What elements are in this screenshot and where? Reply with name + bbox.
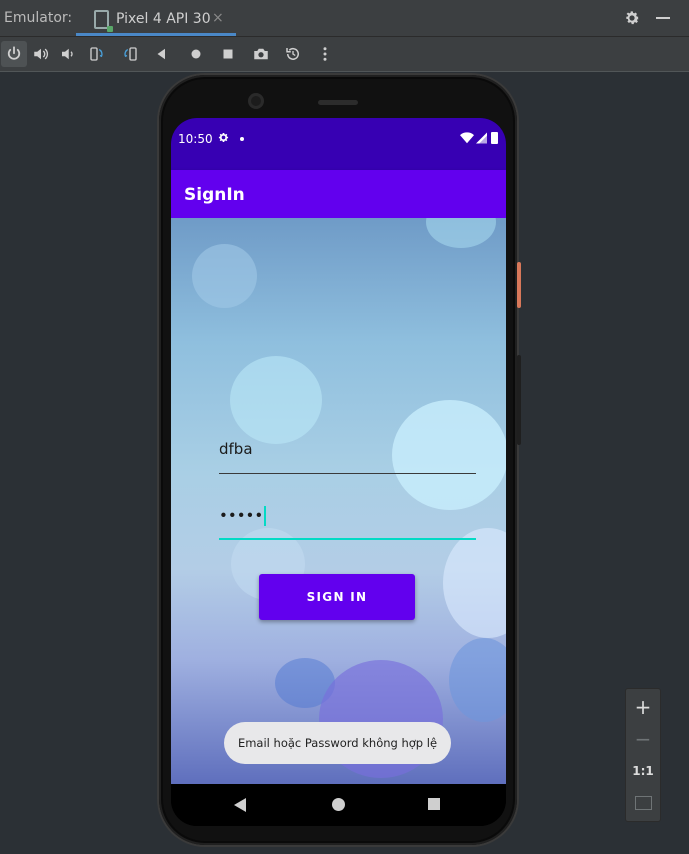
snapshot-icon — [286, 47, 299, 60]
email-input-value: dfba — [219, 440, 253, 458]
home-button[interactable] — [183, 41, 209, 67]
snapshot-button[interactable] — [280, 41, 306, 67]
close-tab-icon[interactable]: × — [212, 10, 224, 26]
notification-dot-icon — [240, 137, 244, 141]
status-bar: 10:50 — [171, 118, 506, 170]
device-volume-key[interactable] — [517, 355, 521, 445]
sign-in-button[interactable]: SIGN IN — [259, 574, 415, 620]
device-icon — [94, 10, 113, 32]
background-bubble — [192, 244, 257, 308]
rotate-left-icon — [90, 47, 103, 61]
wifi-icon — [460, 132, 474, 144]
zoom-controls: + − 1:1 — [625, 688, 661, 822]
device-tab[interactable]: Pixel 4 API 30 × — [76, 6, 236, 36]
rotate-left-button[interactable] — [84, 41, 110, 67]
battery-icon — [491, 132, 498, 144]
back-button[interactable] — [149, 41, 175, 67]
emulator-title-bar: Emulator: Pixel 4 API 30 × — [0, 0, 689, 37]
system-navigation-bar — [171, 784, 506, 826]
password-input-value: ••••• — [219, 506, 267, 526]
overview-icon — [223, 49, 233, 59]
zoom-in-button[interactable]: + — [626, 691, 660, 723]
nav-back-icon[interactable] — [234, 798, 246, 812]
status-time: 10:50 — [178, 132, 213, 146]
rotate-right-icon — [124, 47, 137, 61]
power-button[interactable] — [1, 41, 27, 67]
device-screen: 10:50 SignIn dfba ••••• SIGN IN Email ho… — [171, 118, 506, 826]
more-icon — [323, 47, 327, 61]
rotate-right-button[interactable] — [117, 41, 143, 67]
password-underline — [219, 538, 476, 540]
password-field[interactable]: ••••• — [219, 500, 476, 540]
camera-icon — [254, 48, 268, 60]
front-camera-icon — [248, 93, 264, 109]
background-bubble — [426, 218, 496, 248]
device-power-key[interactable] — [517, 262, 521, 308]
cell-signal-icon — [476, 132, 487, 144]
error-toast: Email hoặc Password không hợp lệ — [224, 722, 451, 764]
emulator-toolbar — [0, 37, 689, 72]
screenshot-button[interactable] — [248, 41, 274, 67]
background-bubble — [443, 528, 506, 638]
app-bar: SignIn — [171, 170, 506, 218]
text-cursor — [264, 506, 267, 526]
earpiece-speaker — [318, 100, 358, 105]
settings-gear-icon[interactable] — [623, 9, 641, 27]
volume-up-icon — [34, 48, 49, 60]
power-icon — [7, 46, 21, 60]
more-options-button[interactable] — [312, 41, 338, 67]
volume-down-button[interactable] — [55, 41, 81, 67]
emulator-label: Emulator: — [4, 10, 73, 26]
background-bubble — [230, 356, 322, 444]
email-underline — [219, 473, 476, 474]
nav-home-icon[interactable] — [332, 798, 345, 811]
email-field[interactable]: dfba — [219, 434, 476, 474]
app-bar-title: SignIn — [184, 185, 245, 205]
signin-content: dfba ••••• SIGN IN Email hoặc Password k… — [171, 218, 506, 784]
volume-up-button[interactable] — [28, 41, 54, 67]
tab-active-indicator — [76, 33, 236, 36]
actual-size-button[interactable]: 1:1 — [626, 755, 660, 787]
nav-recents-icon[interactable] — [428, 798, 440, 810]
volume-down-icon — [62, 48, 73, 60]
home-icon — [191, 49, 201, 59]
background-bubble — [449, 638, 506, 722]
back-icon — [157, 48, 165, 60]
settings-notification-icon — [218, 133, 229, 142]
device-tab-title: Pixel 4 API 30 — [116, 11, 211, 27]
zoom-to-fit-icon[interactable] — [635, 796, 652, 810]
overview-button[interactable] — [215, 41, 241, 67]
minimize-icon[interactable] — [656, 17, 670, 19]
zoom-out-button[interactable]: − — [626, 723, 660, 755]
